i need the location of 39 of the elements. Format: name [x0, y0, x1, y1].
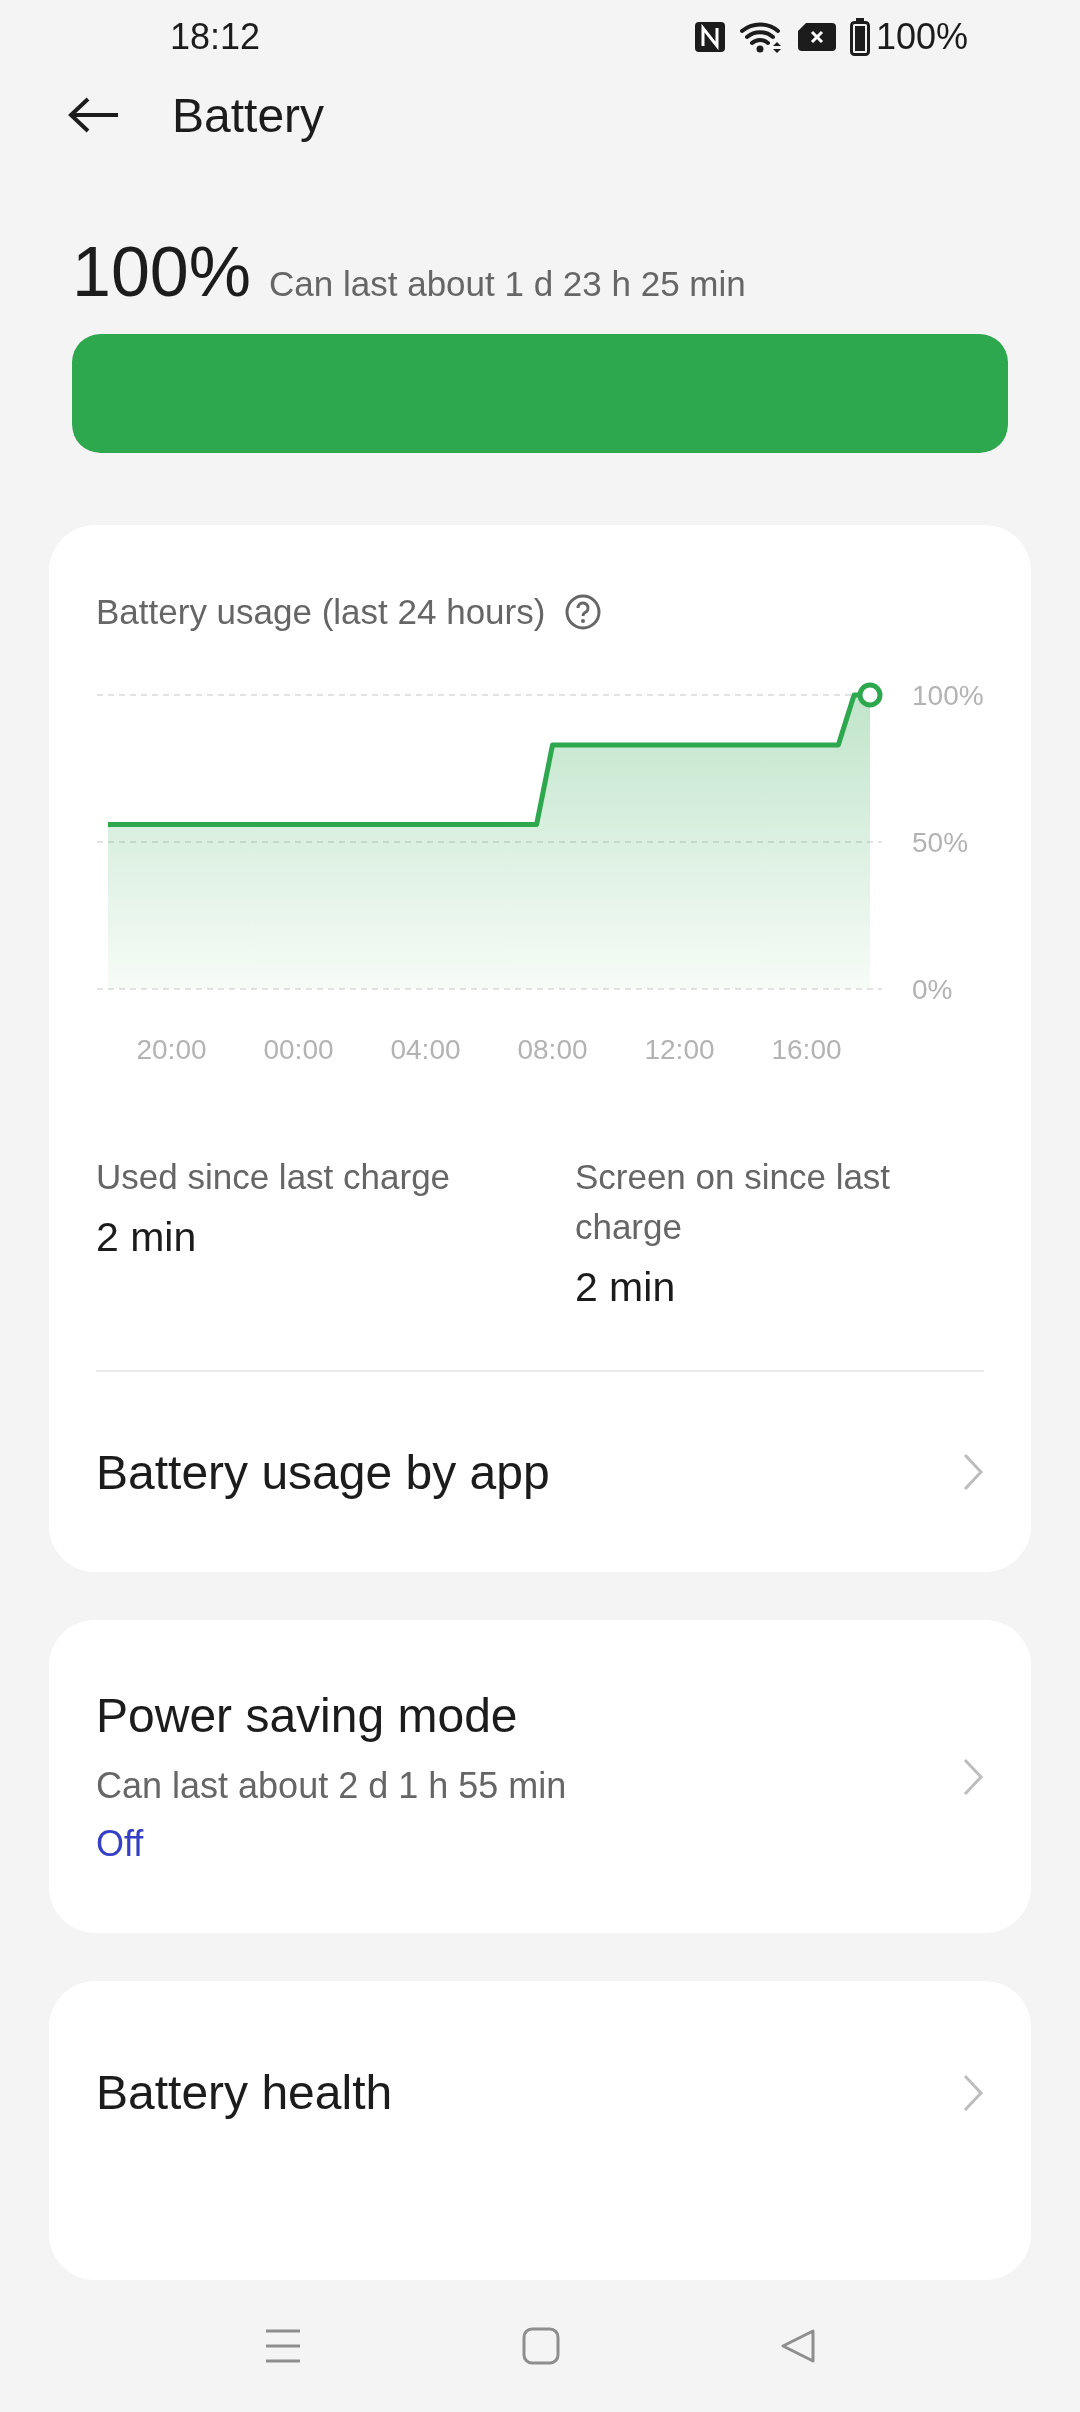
x-axis-label: 20:00 [136, 1034, 207, 1065]
x-axis-label: 12:00 [644, 1034, 715, 1065]
menu-icon[interactable] [264, 2327, 302, 2365]
battery-percent: 100% [875, 15, 968, 58]
y-axis-label: 50% [912, 827, 969, 858]
current-point-marker [857, 682, 883, 708]
y-axis-label: 100% [912, 680, 984, 711]
battery-estimate: Can last about 1 d 23 h 25 min [269, 264, 746, 304]
setting-subtitle: Can last about 2 d 1 h 55 min [96, 1765, 567, 1807]
x-axis-label: 08:00 [517, 1034, 588, 1065]
back-arrow-icon[interactable] [68, 96, 120, 135]
x-axis-label: 00:00 [263, 1034, 334, 1065]
help-icon[interactable] [565, 594, 602, 630]
list-item[interactable]: Battery usage by app [49, 1372, 1031, 1572]
back-icon[interactable] [780, 2327, 816, 2365]
nfc-icon [693, 20, 726, 53]
home-icon[interactable] [522, 2327, 560, 2365]
y-axis-label: 0% [912, 974, 953, 1005]
stat-value: 2 min [574, 1264, 677, 1311]
battery-level-text: 100% [72, 232, 252, 312]
battery-icon [849, 17, 870, 56]
stat-label: Screen on since last charge [574, 1156, 892, 1248]
setting-title: Battery health [96, 2065, 393, 2120]
chevron-right-icon [962, 2072, 984, 2113]
chevron-right-icon [962, 1452, 984, 1492]
x-axis-label: 04:00 [390, 1034, 461, 1065]
clock-time: 18:12 [170, 15, 261, 58]
sim-icon [797, 22, 836, 51]
chart-title: Battery usage (last 24 hours) [96, 592, 546, 632]
setting-status: Off [96, 1823, 145, 1865]
settings-card[interactable]: Battery health [49, 1981, 1031, 2280]
settings-card[interactable]: Power saving mode Can last about 2 d 1 h 55 min Off [49, 1620, 1031, 1933]
stat-label: Used since last charge [96, 1156, 452, 1198]
chevron-right-icon [962, 1756, 984, 1797]
x-axis-label: 16:00 [771, 1034, 842, 1065]
wifi-icon [739, 19, 784, 54]
setting-title: Power saving mode [96, 1688, 519, 1743]
page-title: Battery [172, 87, 325, 143]
stat-value: 2 min [96, 1214, 198, 1261]
